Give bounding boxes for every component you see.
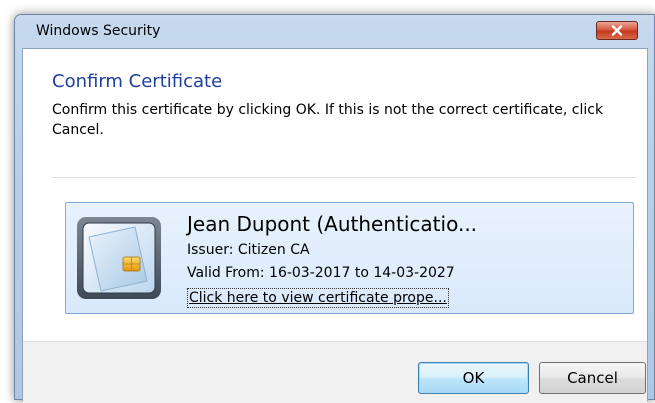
ok-button[interactable]: OK	[418, 362, 529, 394]
button-bar: OK Cancel	[23, 341, 647, 403]
separator	[52, 177, 636, 178]
close-icon	[611, 25, 623, 36]
certificate-name: Jean Dupont (Authenticatio...	[187, 212, 478, 236]
title-bar[interactable]: Windows Security	[15, 15, 654, 47]
window-title: Windows Security	[36, 23, 161, 39]
certificate-issuer: Issuer: Citizen CA	[187, 242, 310, 258]
dialog-heading: Confirm Certificate	[52, 71, 223, 92]
close-button[interactable]	[596, 21, 638, 40]
dialog-content: Confirm Certificate Confirm this certifi…	[22, 48, 648, 403]
certificate-validity: Valid From: 16-03-2017 to 14-03-2027	[187, 265, 455, 281]
cancel-button[interactable]: Cancel	[539, 362, 646, 394]
security-dialog: Windows Security Confirm Certificate Con…	[14, 14, 655, 403]
view-certificate-properties-link[interactable]: Click here to view certificate prope...	[187, 288, 449, 308]
smart-card-icon	[77, 217, 161, 299]
dialog-description: Confirm this certificate by clicking OK.…	[52, 102, 604, 138]
certificate-tile[interactable]: Jean Dupont (Authenticatio... Issuer: Ci…	[65, 202, 634, 314]
